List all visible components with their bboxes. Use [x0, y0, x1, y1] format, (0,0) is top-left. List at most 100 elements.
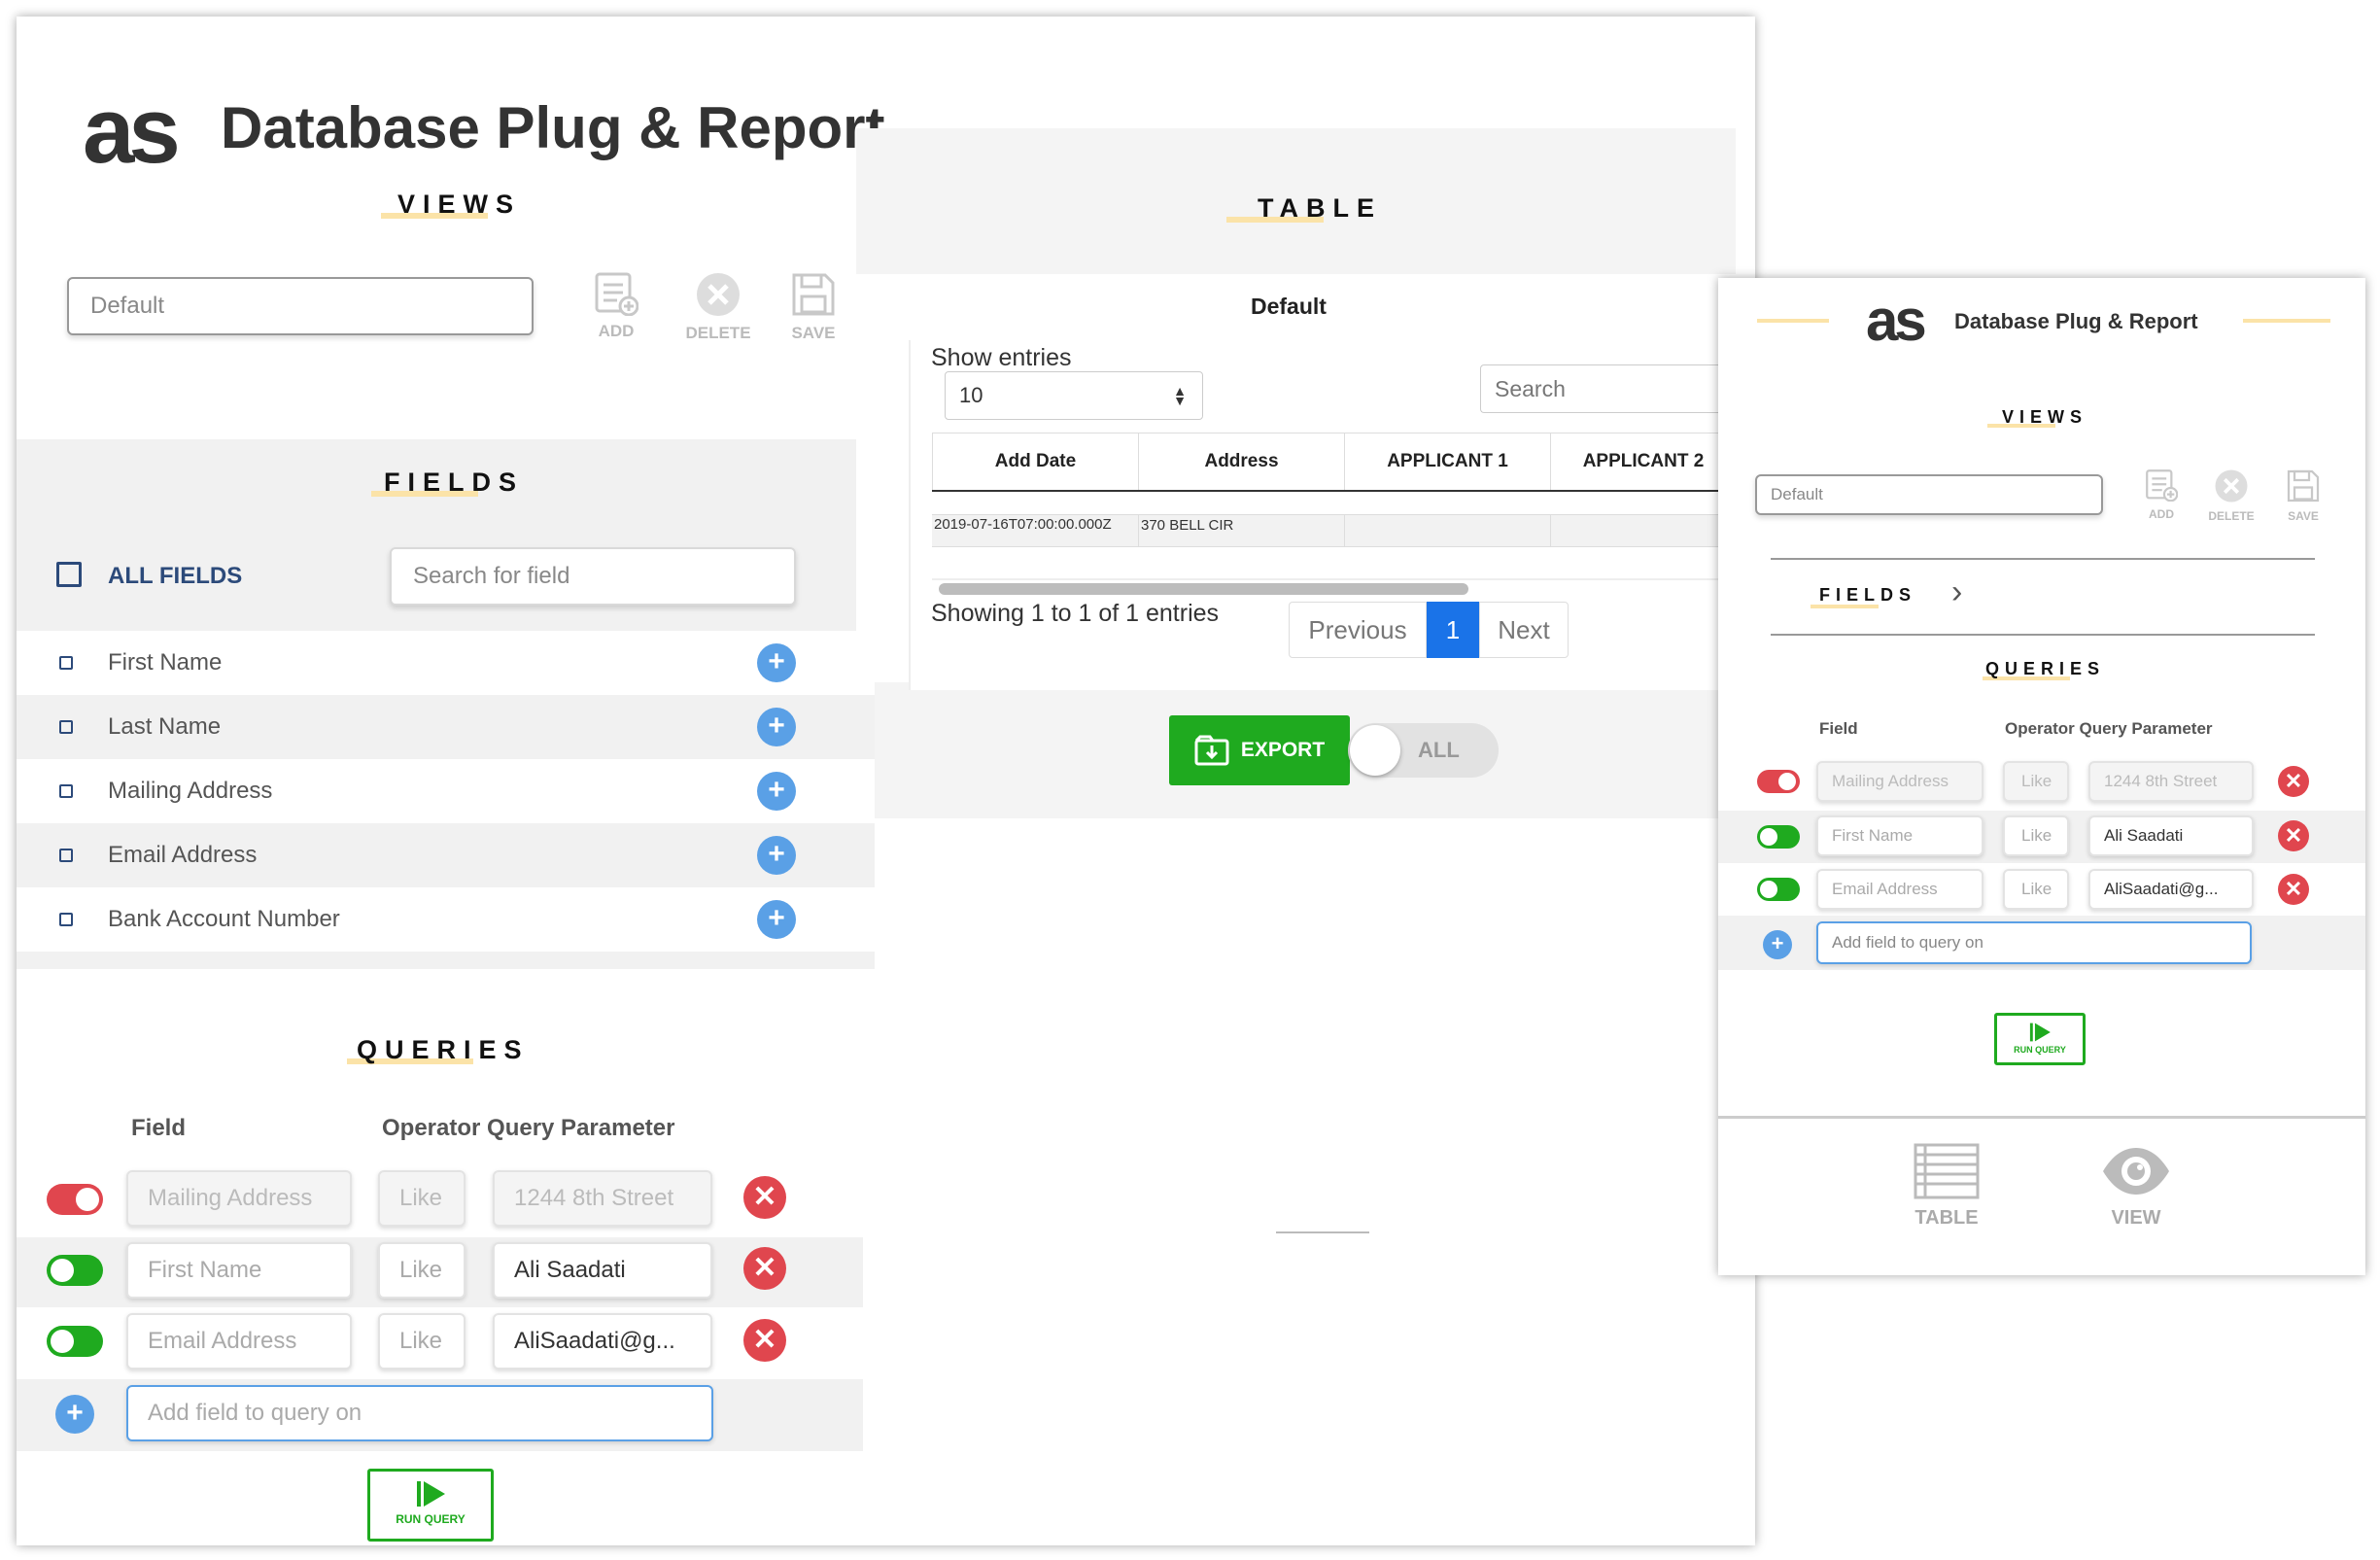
nav-table-tab[interactable]: TABLE	[1903, 1143, 1990, 1230]
mobile-run-query-button[interactable]: RUN QUERY	[1994, 1013, 2086, 1065]
query-parameter-input[interactable]: AliSaadati@g...	[493, 1313, 712, 1369]
mobile-query-toggle[interactable]	[1757, 825, 1800, 849]
all-toggle[interactable]: ALL	[1348, 723, 1499, 778]
mobile-delete-view-button[interactable]: DELETE	[2204, 468, 2259, 523]
entries-value: 10	[959, 383, 983, 407]
queries-heading: QUERIES	[357, 1035, 530, 1064]
remove-query-icon[interactable]: ✕	[743, 1247, 786, 1290]
field-label: Mailing Address	[108, 778, 273, 804]
mobile-app-logo: as	[1866, 288, 1927, 353]
mobile-query-toggle[interactable]	[1757, 770, 1800, 793]
column-header[interactable]: APPLICANT 1	[1344, 433, 1550, 490]
table-info: Showing 1 to 1 of 1 entries	[931, 600, 1220, 627]
horizontal-scrollbar[interactable]	[939, 583, 1468, 595]
table-cell	[1550, 515, 1736, 546]
table-search-input[interactable]: Search	[1480, 364, 1736, 413]
all-fields-checkbox[interactable]	[56, 562, 82, 587]
mobile-remove-query-icon[interactable]: ✕	[2278, 766, 2309, 797]
field-checkbox[interactable]	[59, 720, 73, 734]
mobile-remove-query-icon[interactable]: ✕	[2278, 820, 2309, 851]
query-field-input[interactable]: Email Address	[126, 1313, 352, 1369]
mobile-query-parameter-input[interactable]: 1244 8th Street	[2088, 761, 2254, 802]
mobile-add-query-field-input[interactable]: Add field to query on	[1816, 921, 2252, 964]
column-header[interactable]: Address	[1138, 433, 1344, 490]
mobile-save-view-button[interactable]: SAVE	[2284, 468, 2323, 523]
mobile-query-field-input[interactable]: Email Address	[1816, 869, 1983, 910]
mobile-fields-heading[interactable]: FIELDS	[1819, 585, 1916, 606]
query-toggle[interactable]	[47, 1184, 103, 1215]
add-field-plus-icon[interactable]: +	[757, 708, 796, 746]
mobile-query-toggle[interactable]	[1757, 878, 1800, 901]
mobile-query-operator-select[interactable]: Like	[2003, 869, 2069, 910]
column-header[interactable]: APPLICANT 2	[1550, 433, 1736, 490]
query-parameter-input[interactable]: 1244 8th Street	[493, 1170, 712, 1227]
query-operator-select[interactable]: Like	[378, 1170, 466, 1227]
add-query-field-input[interactable]: Add field to query on	[126, 1385, 713, 1441]
field-row: Mailing Address +	[17, 759, 875, 823]
add-view-button[interactable]: ADD	[592, 271, 640, 341]
app-logo: as	[83, 79, 181, 183]
export-label: EXPORT	[1240, 739, 1326, 761]
save-floppy-icon	[792, 273, 835, 316]
add-field-plus-icon[interactable]: +	[757, 836, 796, 875]
add-field-plus-icon[interactable]: +	[757, 772, 796, 811]
query-col-field: Field	[131, 1115, 187, 1141]
run-query-button[interactable]: RUN QUERY	[367, 1469, 494, 1542]
add-field-plus-icon[interactable]: +	[757, 643, 796, 682]
mobile-add-query-plus-icon[interactable]: +	[1763, 930, 1792, 959]
field-checkbox[interactable]	[59, 913, 73, 926]
add-query-plus-icon[interactable]: +	[55, 1395, 94, 1434]
page-1-button[interactable]: 1	[1427, 602, 1479, 658]
show-entries-label: Show entries	[931, 344, 1072, 371]
field-row: Bank Account Number +	[17, 887, 875, 952]
remove-query-icon[interactable]: ✕	[743, 1319, 786, 1362]
field-search-input[interactable]: Search for field	[390, 547, 796, 606]
mobile-query-field-input[interactable]: Mailing Address	[1816, 761, 1983, 802]
field-checkbox[interactable]	[59, 849, 73, 862]
field-row: Last Name +	[17, 695, 875, 759]
query-operator-select[interactable]: Like	[378, 1242, 466, 1299]
table-view-name: Default	[1251, 294, 1327, 319]
export-button[interactable]: EXPORT	[1169, 715, 1350, 785]
next-page-button[interactable]: Next	[1479, 602, 1569, 658]
all-fields-label[interactable]: ALL FIELDS	[108, 563, 242, 590]
query-toggle[interactable]	[47, 1255, 103, 1286]
mobile-remove-query-icon[interactable]: ✕	[2278, 874, 2309, 905]
mobile-query-operator-select[interactable]: Like	[2003, 815, 2069, 856]
mobile-query-field-input[interactable]: First Name	[1816, 815, 1983, 856]
save-view-button[interactable]: SAVE	[786, 271, 841, 343]
mobile-add-view-button[interactable]: ADD	[2143, 468, 2180, 521]
delete-view-button[interactable]: DELETE	[683, 271, 753, 343]
remove-query-icon[interactable]: ✕	[743, 1176, 786, 1219]
mobile-query-col-field: Field	[1819, 719, 1858, 738]
query-parameter-input[interactable]: Ali Saadati	[493, 1242, 712, 1299]
add-list-icon	[2146, 469, 2178, 502]
delete-circle-icon	[697, 273, 740, 316]
field-label: Last Name	[108, 713, 222, 740]
mobile-query-parameter-input[interactable]: AliSaadati@g...	[2088, 869, 2254, 910]
query-field-input[interactable]: First Name	[126, 1242, 352, 1299]
mobile-query-parameter-input[interactable]: Ali Saadati	[2088, 815, 2254, 856]
nav-view-tab[interactable]: VIEW	[2092, 1143, 2180, 1230]
add-view-label: ADD	[598, 322, 635, 340]
query-toggle[interactable]	[47, 1326, 103, 1357]
table-cell: 370 BELL CIR	[1138, 515, 1344, 546]
chevron-right-icon[interactable]: ›	[1951, 573, 1962, 611]
previous-page-button[interactable]: Previous	[1289, 602, 1427, 658]
field-label: Email Address	[108, 842, 258, 868]
add-field-plus-icon[interactable]: +	[757, 900, 796, 939]
mobile-view-select-input[interactable]: Default	[1755, 474, 2103, 515]
mobile-query-operator-select[interactable]: Like	[2003, 761, 2069, 802]
add-list-icon	[595, 272, 638, 316]
query-field-input[interactable]: Mailing Address	[126, 1170, 352, 1227]
eye-icon	[2103, 1148, 2169, 1195]
main-panel: as Database Plug & Report VIEWS Default …	[17, 17, 1755, 1545]
view-select-input[interactable]: Default	[67, 277, 534, 335]
query-operator-select[interactable]: Like	[378, 1313, 466, 1369]
field-checkbox[interactable]	[59, 784, 73, 798]
entries-select[interactable]: 10 ▲ ▼	[945, 371, 1203, 420]
column-header[interactable]: Add Date	[932, 433, 1138, 490]
table-row: 2019-07-16T07:00:00.000Z 370 BELL CIR	[932, 514, 1736, 547]
field-checkbox[interactable]	[59, 656, 73, 670]
all-toggle-label: ALL	[1418, 738, 1460, 762]
